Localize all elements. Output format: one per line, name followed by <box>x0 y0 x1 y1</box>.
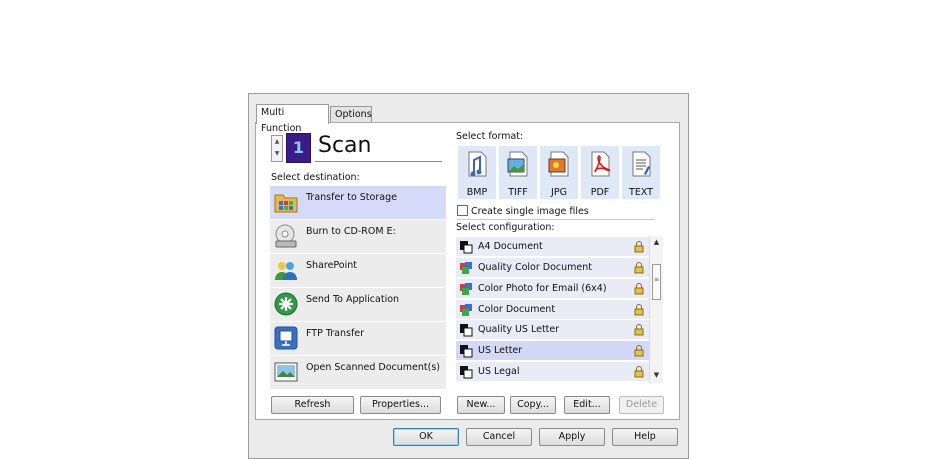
bw-document-icon <box>460 345 473 358</box>
format-bmp[interactable]: BMP <box>458 146 496 199</box>
destination-label: FTP Transfer <box>306 328 365 339</box>
config-item-us-legal[interactable]: US Legal <box>456 362 649 381</box>
config-item-color-photo-email[interactable]: Color Photo for Email (6x4) <box>456 279 649 298</box>
destination-item-sharepoint[interactable]: SharePoint <box>270 254 446 287</box>
config-item-color-document[interactable]: Color Document <box>456 300 649 319</box>
config-item-quality-color-document[interactable]: Quality Color Document <box>456 258 649 277</box>
color-document-icon <box>460 262 472 274</box>
folder-storage-icon <box>274 194 298 213</box>
destination-item-burn-cd[interactable]: Burn to CD-ROM E: <box>270 220 446 253</box>
single-image-files-checkbox[interactable] <box>457 205 468 216</box>
destination-label: Transfer to Storage <box>306 192 397 203</box>
config-label: US Legal <box>478 366 520 377</box>
bw-document-icon <box>460 324 473 337</box>
edit-button[interactable]: Edit... <box>564 396 610 414</box>
destination-item-send-to-application[interactable]: Send To Application <box>270 288 446 321</box>
config-item-quality-us-letter[interactable]: Quality US Letter <box>456 320 649 339</box>
bw-document-icon <box>460 366 473 379</box>
destination-item-ftp-transfer[interactable]: FTP Transfer <box>270 322 446 355</box>
tab-options-label: Options <box>335 109 372 120</box>
format-label: JPG <box>551 187 567 198</box>
delete-button[interactable]: Delete <box>619 396 664 414</box>
scroll-down-arrow-icon[interactable]: ▼ <box>650 369 663 382</box>
config-label: Color Photo for Email (6x4) <box>478 283 607 294</box>
properties-button[interactable]: Properties... <box>360 396 441 414</box>
refresh-button[interactable]: Refresh <box>271 396 354 414</box>
format-label: PDF <box>590 187 610 198</box>
text-icon <box>632 151 651 177</box>
destination-label: SharePoint <box>306 260 358 271</box>
config-item-a4-document[interactable]: A4 Document <box>456 237 649 256</box>
cd-drive-icon <box>275 224 297 248</box>
color-document-icon <box>460 283 472 295</box>
destination-label: Send To Application <box>306 294 400 305</box>
pdf-icon <box>591 151 611 177</box>
lock-icon <box>634 324 644 336</box>
new-button[interactable]: New... <box>457 396 505 414</box>
apply-button[interactable]: Apply <box>539 428 605 446</box>
format-pdf[interactable]: PDF <box>581 146 619 199</box>
color-document-icon <box>460 304 472 316</box>
lock-icon <box>634 241 644 253</box>
lock-icon <box>634 345 644 357</box>
format-jpg[interactable]: JPG <box>540 146 578 199</box>
destination-label: Burn to CD-ROM E: <box>306 226 396 237</box>
tab-multi-function-label: Multi Function <box>261 107 302 134</box>
select-configuration-label: Select configuration: <box>456 222 555 233</box>
config-label: A4 Document <box>478 241 543 252</box>
destination-item-open-scanned-documents[interactable]: Open Scanned Document(s) <box>270 356 446 389</box>
select-format-label: Select format: <box>456 131 524 142</box>
sharepoint-icon <box>275 262 297 280</box>
select-destination-label: Select destination: <box>271 172 360 183</box>
bmp-icon <box>468 151 487 177</box>
destination-label: Open Scanned Document(s) <box>306 362 440 373</box>
scan-counter-icon: 1 <box>286 133 311 163</box>
format-label: TEXT <box>629 187 653 198</box>
destination-item-transfer-to-storage[interactable]: Transfer to Storage <box>270 186 446 219</box>
scan-counter-spinner[interactable]: ▲ ▼ <box>271 135 283 162</box>
scrollbar-thumb[interactable]: ≡ <box>652 264 661 300</box>
lock-icon <box>634 283 644 295</box>
format-separator <box>457 219 655 220</box>
config-label: US Letter <box>478 345 523 356</box>
lock-icon <box>634 366 644 378</box>
config-label: Quality US Letter <box>478 324 560 335</box>
cancel-button[interactable]: Cancel <box>466 428 532 446</box>
tab-multi-function[interactable]: Multi Function <box>256 104 329 134</box>
single-image-files-label: Create single image files <box>471 206 589 217</box>
format-text[interactable]: TEXT <box>622 146 660 199</box>
format-label: TIFF <box>508 187 528 198</box>
ftp-icon <box>274 326 298 350</box>
format-tiff[interactable]: TIFF <box>499 146 537 199</box>
open-document-icon <box>274 362 298 382</box>
scan-title-underline <box>315 161 442 162</box>
format-label: BMP <box>466 187 488 198</box>
config-item-us-letter[interactable]: US Letter <box>456 341 649 360</box>
configuration-scrollbar[interactable]: ▲ ≡ ▼ <box>649 236 663 383</box>
config-label: Color Document <box>478 304 556 315</box>
config-label: Quality Color Document <box>478 262 593 273</box>
ok-button[interactable]: OK <box>393 428 459 446</box>
help-button[interactable]: Help <box>612 428 678 446</box>
send-application-icon <box>274 292 298 316</box>
scan-counter-value: 1 <box>292 138 305 157</box>
lock-icon <box>634 262 644 274</box>
lock-icon <box>634 304 644 316</box>
scan-title: Scan <box>318 133 372 158</box>
copy-button[interactable]: Copy... <box>510 396 556 414</box>
bw-document-icon <box>460 241 473 254</box>
jpg-icon <box>548 151 569 177</box>
tiff-icon <box>507 151 528 177</box>
scroll-up-arrow-icon[interactable]: ▲ <box>650 236 663 249</box>
